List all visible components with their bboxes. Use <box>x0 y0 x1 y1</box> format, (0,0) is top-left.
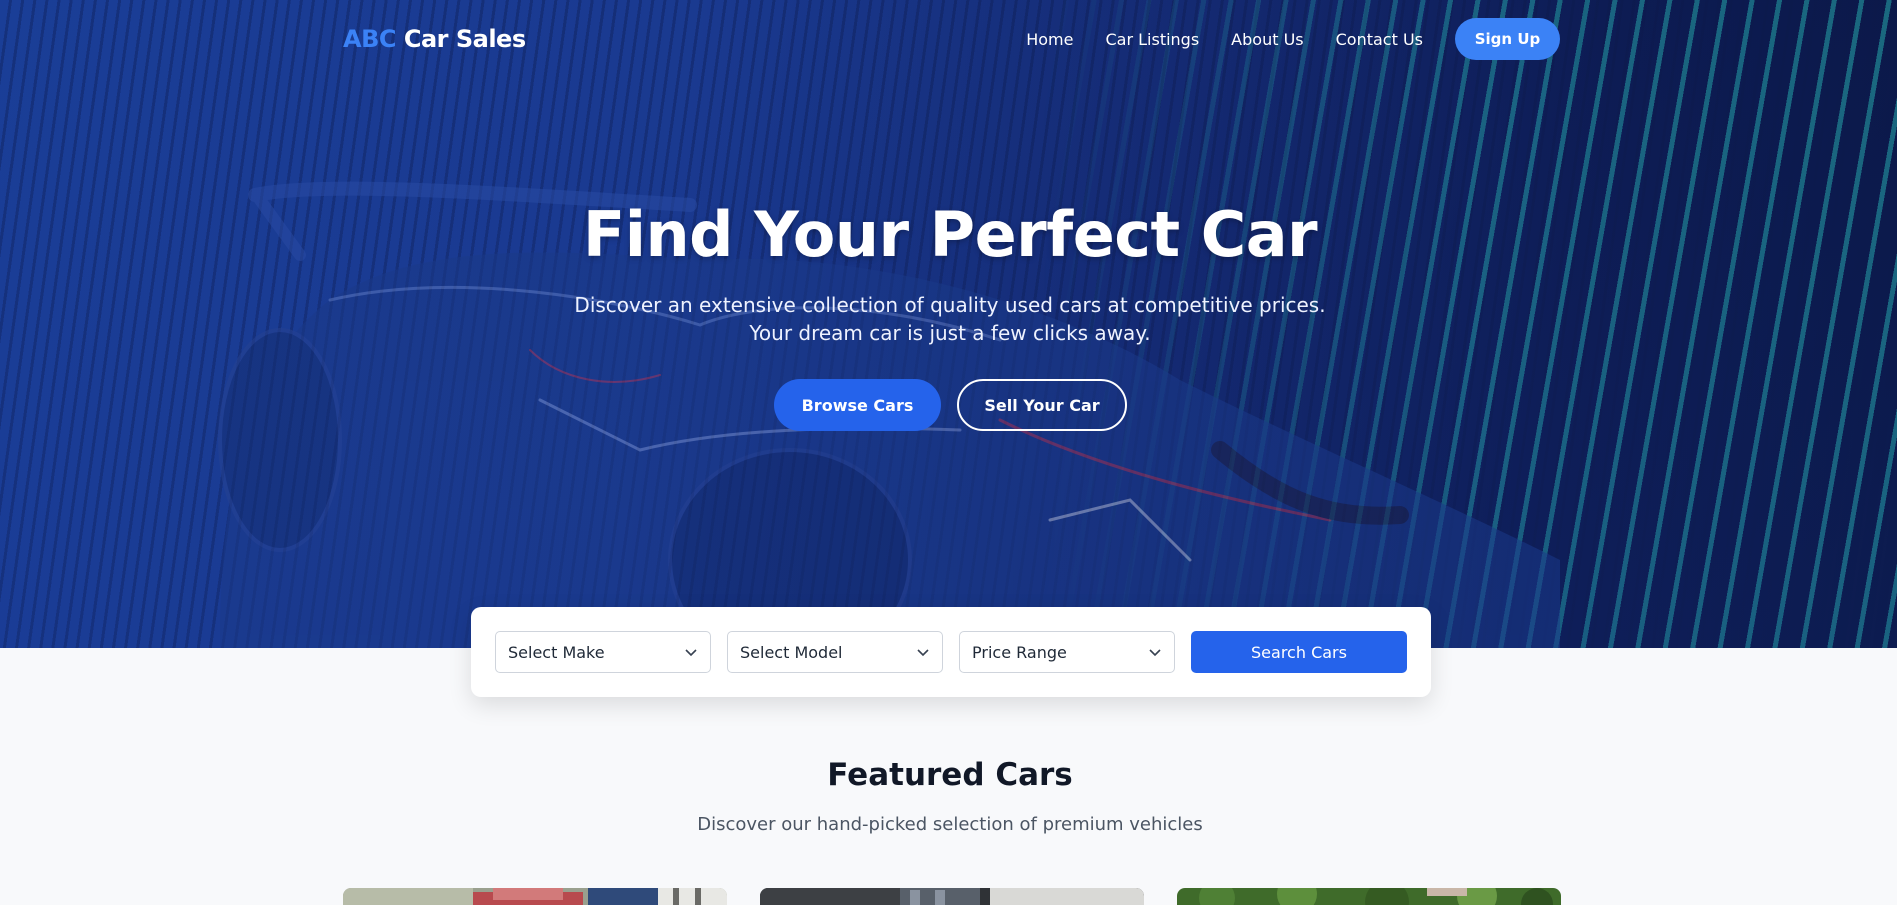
nav-links: Home Car Listings About Us Contact Us Si… <box>1026 18 1560 60</box>
featured-car-card-2[interactable] <box>760 888 1144 905</box>
price-range-select[interactable]: Price Range <box>959 631 1175 673</box>
browse-cars-button[interactable]: Browse Cars <box>774 379 941 431</box>
hero-subtitle-line-2: Your dream car is just a few clicks away… <box>749 321 1151 345</box>
car-image <box>1177 888 1561 905</box>
hero-buttons: Browse Cars Sell Your Car <box>774 379 1127 431</box>
model-select-value: Select Model <box>740 642 843 662</box>
make-select[interactable]: Select Make <box>495 631 711 673</box>
chevron-down-icon <box>685 649 697 657</box>
featured-cars-title: Featured Cars <box>827 757 1073 793</box>
search-cars-button[interactable]: Search Cars <box>1191 631 1407 673</box>
brand-logo-abc: ABC <box>343 25 396 53</box>
car-image <box>343 888 727 905</box>
model-select[interactable]: Select Model <box>727 631 943 673</box>
featured-car-card-1[interactable] <box>343 888 727 905</box>
sign-up-button[interactable]: Sign Up <box>1455 18 1560 60</box>
search-panel: Select Make Select Model Price Range Sea… <box>471 607 1431 697</box>
brand-logo-name: Car Sales <box>403 25 526 53</box>
price-range-select-value: Price Range <box>972 642 1067 662</box>
car-image <box>760 888 1144 905</box>
nav-link-contact-us[interactable]: Contact Us <box>1336 30 1423 49</box>
nav-link-home[interactable]: Home <box>1026 30 1073 49</box>
top-navbar: ABC Car Sales Home Car Listings About Us… <box>343 18 1560 60</box>
hero-subtitle: Discover an extensive collection of qual… <box>0 291 1897 347</box>
featured-cars-grid <box>343 888 1561 905</box>
hero-title: Find Your Perfect Car <box>582 198 1318 271</box>
make-select-value: Select Make <box>508 642 605 662</box>
nav-link-about-us[interactable]: About Us <box>1231 30 1303 49</box>
chevron-down-icon <box>917 649 929 657</box>
sell-your-car-button[interactable]: Sell Your Car <box>957 379 1127 431</box>
hero-subtitle-line-1: Discover an extensive collection of qual… <box>574 293 1326 317</box>
nav-link-car-listings[interactable]: Car Listings <box>1105 30 1199 49</box>
featured-cars-subtitle: Discover our hand-picked selection of pr… <box>697 814 1203 835</box>
chevron-down-icon <box>1149 649 1161 657</box>
brand-logo[interactable]: ABC Car Sales <box>343 25 526 53</box>
featured-car-card-3[interactable] <box>1177 888 1561 905</box>
